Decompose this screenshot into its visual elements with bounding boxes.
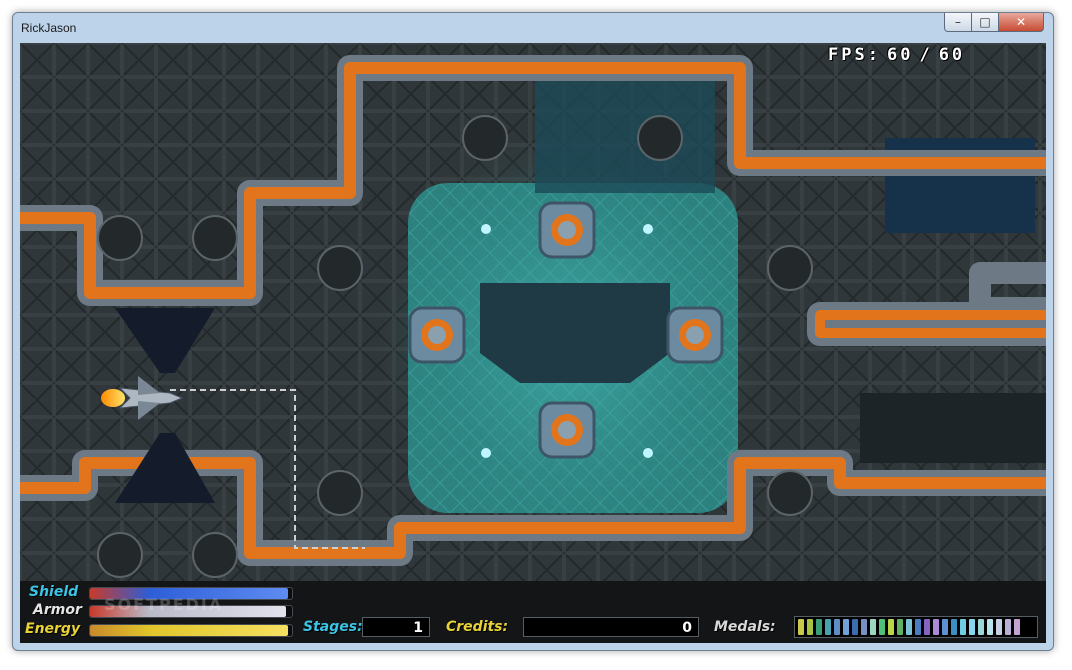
medal-icon (861, 619, 867, 635)
medal-icon (888, 619, 894, 635)
hud-panel: Shield Armor Energy SOFTPEDIA Stages: 1 … (20, 581, 1046, 643)
fps-separator: / (919, 45, 933, 65)
medal-icon (807, 619, 813, 635)
medal-icon (924, 619, 930, 635)
medal-icon (834, 619, 840, 635)
maximize-icon: □ (979, 15, 991, 29)
medal-icon (987, 619, 993, 635)
energy-bar-fill (90, 625, 288, 636)
medal-icon (897, 619, 903, 635)
maximize-button[interactable]: □ (971, 13, 999, 32)
title-bar[interactable]: RickJason – □ ✕ (13, 13, 1053, 43)
medal-icon (1005, 619, 1011, 635)
medal-icon (906, 619, 912, 635)
fps-label: FPS: (828, 45, 881, 65)
fps-target: 60 (938, 45, 966, 65)
game-viewport[interactable]: FPS: 60/60 Shield Armor Energy SOFTPEDIA … (20, 43, 1046, 643)
minimize-icon: – (955, 15, 961, 29)
credits-label: Credits: (446, 619, 509, 635)
medal-icon (1014, 619, 1020, 635)
close-icon: ✕ (1015, 15, 1027, 29)
medal-icon (933, 619, 939, 635)
level-scene (20, 43, 1046, 583)
shield-label: Shield (29, 584, 79, 600)
medal-icon (816, 619, 822, 635)
medal-icon (942, 619, 948, 635)
upper-bay (535, 73, 715, 193)
medals-strip (794, 616, 1038, 638)
medal-icon (915, 619, 921, 635)
game-window: RickJason – □ ✕ FPS: 60 / 60 Shield Armo… (12, 12, 1054, 651)
energy-label: Energy (25, 621, 81, 637)
armor-label: Armor (33, 602, 82, 618)
medal-icon (879, 619, 885, 635)
medal-icon (798, 619, 804, 635)
fps-current: 60 (886, 45, 914, 65)
medal-icon (960, 619, 966, 635)
stages-label: Stages: (303, 619, 363, 635)
stages-value: 1 (362, 617, 430, 637)
reactor-core (480, 283, 670, 383)
red-grid-area (860, 393, 1046, 463)
medal-icon (951, 619, 957, 635)
medal-icon (852, 619, 858, 635)
close-button[interactable]: ✕ (998, 13, 1044, 32)
medal-icon (978, 619, 984, 635)
minimize-button[interactable]: – (944, 13, 972, 32)
medal-icon (843, 619, 849, 635)
watermark: SOFTPEDIA (104, 595, 224, 614)
medal-icon (969, 619, 975, 635)
medal-icon (870, 619, 876, 635)
window-title: RickJason (21, 21, 77, 35)
medal-icon (996, 619, 1002, 635)
energy-bar (89, 624, 293, 637)
medals-label: Medals: (714, 619, 776, 635)
fps-counter: FPS: 60/60 (828, 45, 971, 65)
medal-icon (825, 619, 831, 635)
credits-value: 0 (523, 617, 699, 637)
